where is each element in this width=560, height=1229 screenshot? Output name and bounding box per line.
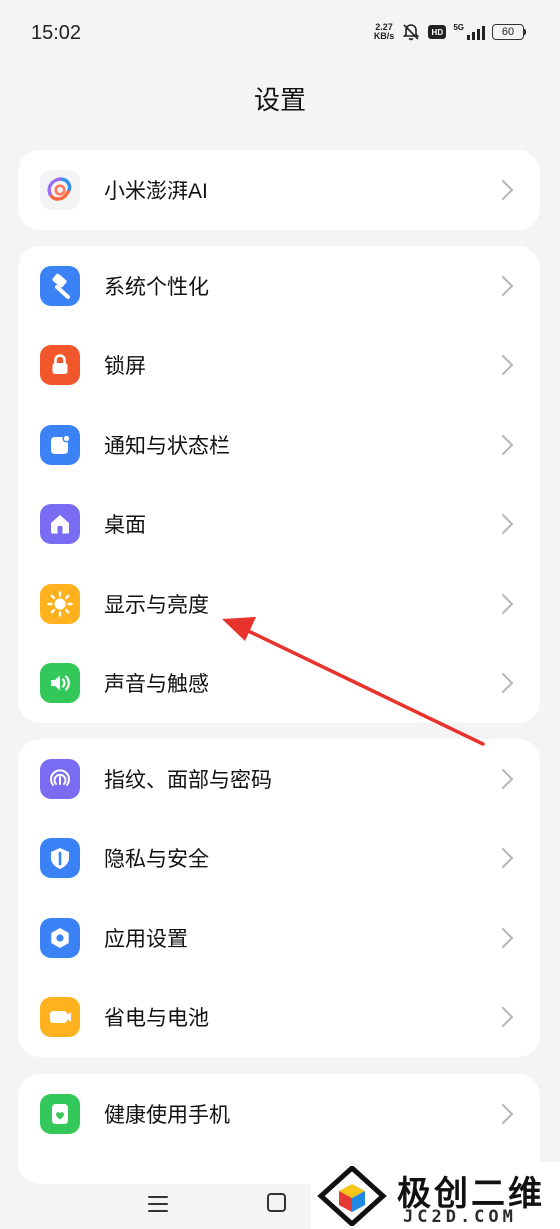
- app-settings-icon: [40, 917, 80, 958]
- settings-item-label: 应用设置: [104, 927, 188, 951]
- chevron-right-icon: [501, 355, 514, 376]
- hd-icon: HD: [428, 25, 447, 39]
- chevron-right-icon: [501, 768, 514, 789]
- home-icon: [40, 504, 80, 545]
- settings-card-ai: 小米澎湃AI: [18, 150, 540, 230]
- settings-item-label: 声音与触感: [104, 673, 209, 697]
- settings-item-label: 桌面: [104, 514, 146, 538]
- paintbrush-icon: [40, 265, 80, 306]
- chevron-right-icon: [501, 673, 514, 694]
- signal-icon: 5G: [453, 24, 485, 40]
- status-icons: 2.27 KB/s HD 5G 60: [374, 22, 526, 42]
- settings-item-label: 隐私与安全: [104, 848, 209, 872]
- settings-item-battery[interactable]: 省电与电池: [18, 978, 540, 1058]
- chevron-right-icon: [501, 848, 514, 869]
- network-speed: 2.27 KB/s: [374, 23, 395, 41]
- hyperai-icon: [40, 169, 80, 210]
- chevron-right-icon: [501, 593, 514, 614]
- bell-muted-icon: [402, 24, 420, 41]
- status-time: 15:02: [31, 22, 82, 44]
- network-speed-unit: KB/s: [373, 31, 395, 41]
- settings-item-lockscreen[interactable]: 锁屏: [18, 326, 540, 406]
- digital-wellbeing-icon: [40, 1093, 80, 1134]
- battery-icon: [40, 997, 80, 1038]
- lock-icon: [40, 345, 80, 386]
- privacy-shield-icon: [40, 838, 80, 879]
- settings-item-hyperai[interactable]: 小米澎湃AI: [18, 150, 540, 230]
- watermark: 极创二维 JC2D.COM: [311, 1162, 560, 1229]
- settings-item-notifications[interactable]: 通知与状态栏: [18, 405, 540, 485]
- settings-item-label: 省电与电池: [104, 1007, 209, 1031]
- chevron-right-icon: [501, 275, 514, 296]
- status-bar: 15:02 2.27 KB/s HD 5G 60: [0, 0, 560, 70]
- settings-card-security: 指纹、面部与密码 隐私与安全 应用设置 省电与电池: [18, 739, 540, 1057]
- settings-item-label: 锁屏: [104, 355, 146, 379]
- menu-icon[interactable]: [147, 1195, 169, 1213]
- settings-item-label: 通知与状态栏: [104, 434, 230, 458]
- settings-item-label: 小米澎湃AI: [104, 179, 208, 203]
- settings-item-privacy[interactable]: 隐私与安全: [18, 819, 540, 899]
- settings-item-label: 显示与亮度: [104, 593, 209, 617]
- page-title: 设置: [253, 85, 306, 115]
- settings-item-wellbeing[interactable]: 健康使用手机: [18, 1074, 540, 1154]
- sun-icon: [40, 583, 80, 624]
- watermark-logo-icon: [317, 1166, 387, 1226]
- chevron-right-icon: [501, 179, 514, 200]
- chevron-right-icon: [501, 927, 514, 948]
- battery-icon: 60: [492, 24, 526, 40]
- settings-item-label: 系统个性化: [104, 275, 209, 299]
- chevron-right-icon: [501, 514, 514, 535]
- settings-item-personalization[interactable]: 系统个性化: [18, 246, 540, 326]
- watermark-subtitle: JC2D.COM: [403, 1207, 517, 1227]
- speaker-icon: [40, 663, 80, 704]
- settings-item-label: 指纹、面部与密码: [104, 768, 272, 792]
- notification-icon: [40, 424, 80, 465]
- settings-item-sound[interactable]: 声音与触感: [18, 644, 540, 724]
- settings-item-homescreen[interactable]: 桌面: [18, 485, 540, 565]
- signal-label: 5G: [453, 23, 464, 32]
- settings-item-apps[interactable]: 应用设置: [18, 898, 540, 978]
- settings-card-personal: 系统个性化 锁屏 通知与状态栏 桌面 显示与亮度 声音与触感: [18, 246, 540, 723]
- settings-item-fingerprint[interactable]: 指纹、面部与密码: [18, 739, 540, 819]
- home-button-icon[interactable]: [267, 1193, 286, 1212]
- settings-item-label: 健康使用手机: [104, 1103, 230, 1127]
- settings-item-display[interactable]: 显示与亮度: [18, 564, 540, 644]
- chevron-right-icon: [501, 434, 514, 455]
- fingerprint-icon: [40, 758, 80, 799]
- battery-level: 60: [492, 24, 524, 40]
- chevron-right-icon: [501, 1103, 514, 1124]
- chevron-right-icon: [501, 1007, 514, 1028]
